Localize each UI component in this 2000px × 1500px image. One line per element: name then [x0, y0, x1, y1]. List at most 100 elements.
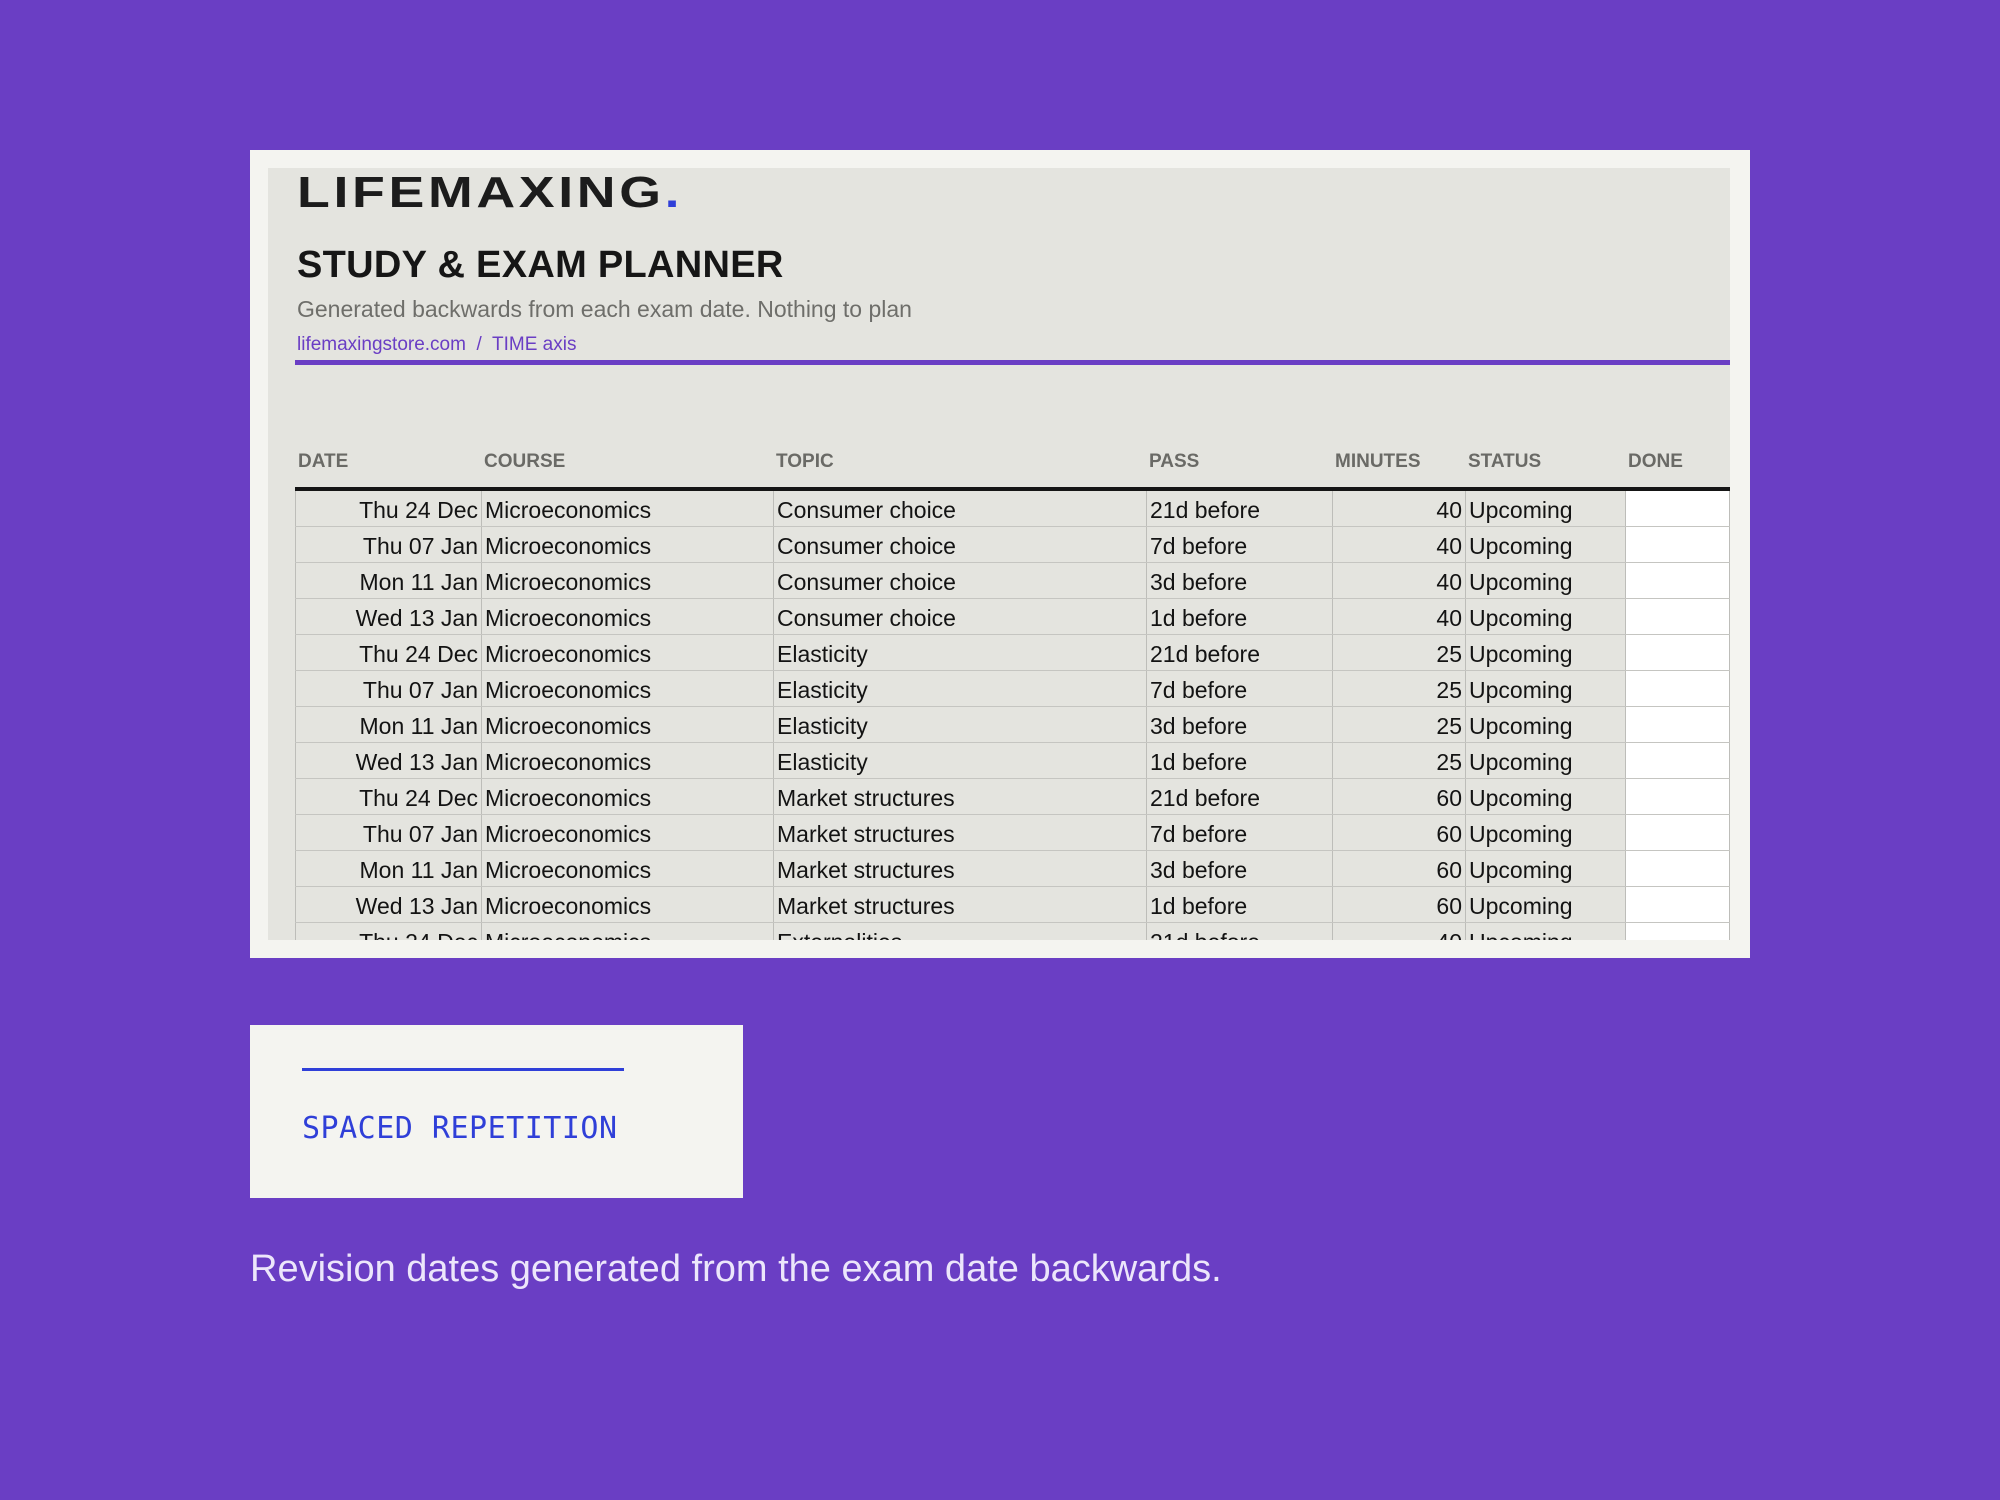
cell-pass: 7d before	[1146, 671, 1332, 706]
cell-pass: 3d before	[1146, 851, 1332, 886]
cell-status: Upcoming	[1465, 851, 1625, 886]
cell-course: Microeconomics	[481, 491, 773, 526]
cell-topic: Elasticity	[773, 707, 1146, 742]
store-link[interactable]: lifemaxingstore.com / TIME axis	[297, 334, 576, 356]
cell-minutes: 60	[1332, 815, 1465, 850]
cell-date: Mon 11 Jan	[295, 851, 481, 886]
cell-date: Thu 24 Dec	[295, 491, 481, 526]
table-row: Thu 24 DecMicroeconomicsExternalities21d…	[295, 923, 1730, 940]
table-row: Mon 11 Jan Microeconomics Elasticity 3d bef…	[295, 707, 1730, 743]
cell-topic: Market structures	[773, 887, 1146, 922]
cell-topic: Elasticity	[773, 635, 1146, 670]
cell-topic: Externalities	[773, 923, 1146, 940]
cell-course: Microeconomics	[481, 563, 773, 598]
cell-status: Upcoming	[1465, 779, 1625, 814]
cell-course: Microeconomics	[481, 635, 773, 670]
cell-topic: Consumer choice	[773, 563, 1146, 598]
cell-date: Thu 07 Jan	[295, 815, 481, 850]
cell-topic: Market structures	[773, 851, 1146, 886]
cell-date: Thu 07 Jan	[295, 527, 481, 562]
cell-date: Thu 24 Dec	[295, 635, 481, 670]
cell-course: Microeconomics	[481, 887, 773, 922]
cell-date: Thu 24 Dec	[295, 923, 481, 940]
table-row: Wed 13 Jan Microeconomics Consumer choice 1…	[295, 599, 1730, 635]
cell-minutes: 60	[1332, 851, 1465, 886]
cell-pass: 3d before	[1146, 563, 1332, 598]
done-checkbox[interactable]	[1625, 779, 1730, 814]
done-checkbox[interactable]	[1625, 923, 1730, 940]
cell-minutes: 25	[1332, 671, 1465, 706]
cell-course: Microeconomics	[481, 923, 773, 940]
cell-minutes: 40	[1332, 491, 1465, 526]
done-checkbox[interactable]	[1625, 599, 1730, 634]
spreadsheet-preview: LIFEMAXING. STUDY & EXAM PLANNER Generat…	[250, 150, 1750, 958]
done-checkbox[interactable]	[1625, 707, 1730, 742]
cell-course: Microeconomics	[481, 527, 773, 562]
cell-topic: Consumer choice	[773, 491, 1146, 526]
cell-topic: Market structures	[773, 815, 1146, 850]
table-row: Wed 13 Jan Microeconomics Elasticity 1d bef…	[295, 743, 1730, 779]
done-checkbox[interactable]	[1625, 491, 1730, 526]
done-checkbox[interactable]	[1625, 563, 1730, 598]
cell-pass: 1d before	[1146, 743, 1332, 778]
page-subtitle: Generated backwards from each exam date.…	[297, 296, 912, 322]
caption-text: Revision dates generated from the exam d…	[250, 1248, 1222, 1290]
cell-minutes: 60	[1332, 779, 1465, 814]
cell-status: Upcoming	[1465, 815, 1625, 850]
table-row: Wed 13 Jan Microeconomics Market structure…	[295, 887, 1730, 923]
done-checkbox[interactable]	[1625, 527, 1730, 562]
cell-status: Upcoming	[1465, 491, 1625, 526]
column-header-date: DATE	[298, 451, 349, 472]
done-checkbox[interactable]	[1625, 815, 1730, 850]
cell-course: Microeconomics	[481, 707, 773, 742]
cell-minutes: 40	[1332, 599, 1465, 634]
column-header-topic: TOPIC	[776, 451, 834, 472]
cell-status: Upcoming	[1465, 527, 1625, 562]
cell-pass: 21d before	[1146, 491, 1332, 526]
cell-date: Thu 07 Jan	[295, 671, 481, 706]
table-header: DATE COURSE TOPIC PASS MINUTES STATUS DO…	[295, 451, 1730, 491]
done-checkbox[interactable]	[1625, 635, 1730, 670]
cell-topic: Market structures	[773, 779, 1146, 814]
cell-status: Upcoming	[1465, 563, 1625, 598]
page-title: STUDY & EXAM PLANNER	[297, 244, 784, 286]
cell-status: Upcoming	[1465, 671, 1625, 706]
cell-minutes: 25	[1332, 707, 1465, 742]
feature-label: SPACED REPETITION	[302, 1111, 618, 1146]
cell-pass: 1d before	[1146, 887, 1332, 922]
table-row: Thu 24 Dec Microeconomics Elasticity 21d be…	[295, 635, 1730, 671]
cell-date: Mon 11 Jan	[295, 563, 481, 598]
cell-course: Microeconomics	[481, 851, 773, 886]
cell-date: Wed 13 Jan	[295, 887, 481, 922]
cell-date: Wed 13 Jan	[295, 743, 481, 778]
cell-course: Microeconomics	[481, 779, 773, 814]
cell-minutes: 25	[1332, 635, 1465, 670]
header-divider	[295, 360, 1730, 365]
cell-status: Upcoming	[1465, 887, 1625, 922]
cell-minutes: 40	[1332, 923, 1465, 940]
cell-topic: Consumer choice	[773, 527, 1146, 562]
table-row: Mon 11 Jan Microeconomics Consumer choice 3…	[295, 563, 1730, 599]
cell-date: Thu 24 Dec	[295, 779, 481, 814]
done-checkbox[interactable]	[1625, 851, 1730, 886]
spreadsheet-sheet: LIFEMAXING. STUDY & EXAM PLANNER Generat…	[268, 168, 1730, 940]
cell-minutes: 40	[1332, 563, 1465, 598]
brand-logo: LIFEMAXING.	[297, 168, 684, 217]
table-row: Mon 11 Jan Microeconomics Market structure…	[295, 851, 1730, 887]
cell-status: Upcoming	[1465, 923, 1625, 940]
cell-course: Microeconomics	[481, 671, 773, 706]
done-checkbox[interactable]	[1625, 887, 1730, 922]
cell-topic: Elasticity	[773, 671, 1146, 706]
cell-course: Microeconomics	[481, 815, 773, 850]
done-checkbox[interactable]	[1625, 743, 1730, 778]
cell-status: Upcoming	[1465, 635, 1625, 670]
table-row: Thu 07 Jan Microeconomics Market structure…	[295, 815, 1730, 851]
cell-pass: 7d before	[1146, 815, 1332, 850]
cell-course: Microeconomics	[481, 599, 773, 634]
done-checkbox[interactable]	[1625, 671, 1730, 706]
cell-minutes: 25	[1332, 743, 1465, 778]
cell-date: Wed 13 Jan	[295, 599, 481, 634]
cell-status: Upcoming	[1465, 743, 1625, 778]
cell-pass: 21d before	[1146, 635, 1332, 670]
cell-topic: Elasticity	[773, 743, 1146, 778]
